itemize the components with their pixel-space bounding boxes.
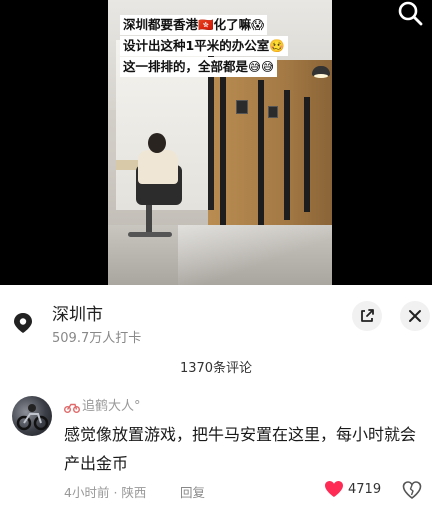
close-icon — [409, 310, 421, 322]
broken-heart-icon — [402, 481, 422, 499]
comment-meta: 4小时前 · 陕西 — [64, 482, 146, 501]
video-door-frame — [284, 90, 290, 220]
comment-text: 感觉像放置游戏，把牛马安置在这里，每小时就会产出金币 — [64, 425, 417, 473]
caption-line: 深圳都要香港🇭🇰化了嘛😱 — [120, 15, 268, 35]
video-lamp-glow — [314, 74, 328, 78]
share-icon — [361, 309, 374, 322]
share-button[interactable] — [352, 301, 382, 331]
motorcycle-icon — [16, 404, 49, 431]
like-button[interactable]: 4719 — [324, 480, 381, 498]
video-door-frame — [304, 97, 310, 212]
comment-username[interactable]: 追鹤大人° — [82, 395, 141, 414]
video-door-frame — [258, 80, 264, 230]
location-checkins: 509.7万人打卡 — [52, 331, 142, 346]
video-door-sign — [236, 100, 248, 114]
video-person — [138, 150, 178, 184]
reply-button[interactable]: 回复 — [180, 482, 205, 501]
video-person-head — [148, 133, 166, 153]
dislike-button[interactable] — [402, 480, 422, 500]
comment-region: 陕西 — [121, 485, 147, 500]
avatar[interactable] — [12, 396, 52, 436]
heart-icon — [325, 481, 343, 497]
video-door-frame — [220, 70, 226, 240]
like-count: 4719 — [348, 481, 382, 497]
video-corridor-wall — [208, 60, 332, 250]
meta-separator: · — [113, 485, 118, 500]
video-chair-base — [146, 205, 152, 235]
video-caption: 深圳都要香港🇭🇰化了嘛😱 设计出这种1平米的办公室🥴 这一排排的，全部都是😅😅 — [120, 15, 288, 78]
close-button[interactable] — [400, 301, 430, 331]
search-button[interactable] — [396, 0, 424, 28]
location-row[interactable]: 深圳市 509.7万人打卡 — [0, 290, 432, 346]
motorcycle-badge-icon — [64, 398, 80, 413]
caption-line: 这一排排的，全部都是😅😅 — [120, 57, 278, 77]
video-player[interactable]: 深圳都要香港🇭🇰化了嘛😱 设计出这种1平米的办公室🥴 这一排排的，全部都是😅😅 — [0, 0, 432, 285]
video-door-sign — [268, 106, 278, 118]
caption-line: 设计出这种1平米的办公室🥴 — [120, 36, 288, 56]
location-pin-icon — [12, 312, 34, 334]
search-icon — [398, 1, 423, 26]
video-chair-feet — [128, 232, 172, 237]
comment-time: 4小时前 — [64, 485, 110, 500]
location-name[interactable]: 深圳市 — [52, 300, 103, 325]
video-floor-reflection — [178, 225, 332, 285]
comments-count: 1370条评论 — [179, 361, 253, 376]
